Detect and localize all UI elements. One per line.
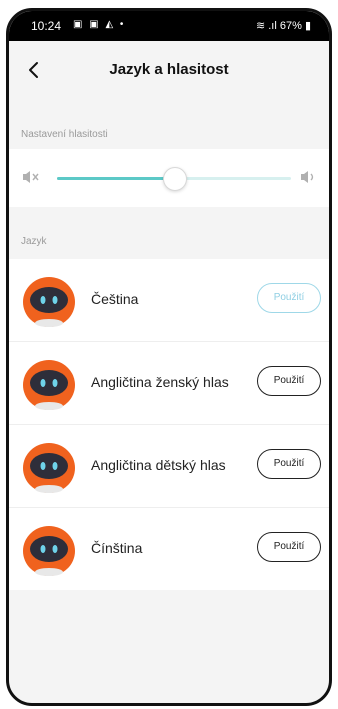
- language-name: Čínština: [91, 540, 143, 556]
- volume-section-label: Nastavení hlasitosti: [21, 129, 108, 140]
- wifi-signal-icon: ≋ .ıl: [255, 20, 280, 32]
- robot-avatar-icon: [23, 526, 75, 576]
- language-item: Angličtina ženský hlas Použití: [9, 342, 329, 425]
- battery-icon: ▮: [301, 20, 311, 32]
- use-button[interactable]: Použití: [257, 449, 321, 479]
- language-name: Angličtina ženský hlas: [91, 374, 229, 390]
- status-bar: 10:24 ▣ ▣ ◭ • ≋ .ıl 67% ▮: [9, 11, 329, 41]
- volume-slider-fill: [57, 177, 174, 180]
- use-button[interactable]: Použití: [257, 532, 321, 562]
- language-section-label: Jazyk: [21, 236, 47, 247]
- use-button[interactable]: Použití: [257, 283, 321, 313]
- language-name: Čeština: [91, 291, 139, 307]
- battery-percent: 67%: [279, 20, 302, 32]
- robot-avatar-icon: [23, 277, 75, 327]
- status-time: 10:24: [31, 19, 62, 33]
- language-name: Angličtina dětský hlas: [91, 457, 226, 473]
- notification-icons: ▣ ▣ ◭ •: [73, 19, 126, 30]
- volume-up-icon: [301, 171, 314, 183]
- robot-avatar-icon: [23, 443, 75, 493]
- volume-mute-icon: [23, 171, 39, 183]
- volume-slider[interactable]: [57, 167, 291, 191]
- use-button[interactable]: Použití: [257, 366, 321, 396]
- status-signal-battery: ≋ .ıl 67% ▮: [256, 19, 311, 32]
- robot-avatar-icon: [23, 360, 75, 410]
- app-header: Jazyk a hlasitost: [9, 41, 329, 107]
- page-title: Jazyk a hlasitost: [109, 61, 229, 78]
- language-item: Čínština Použití: [9, 508, 329, 590]
- phone-frame: 10:24 ▣ ▣ ◭ • ≋ .ıl 67% ▮ Jazyk a hlasit…: [6, 8, 332, 706]
- language-item: Angličtina dětský hlas Použití: [9, 425, 329, 508]
- volume-card: [9, 149, 329, 207]
- language-item: Čeština Použití: [9, 259, 329, 342]
- language-list: Čeština Použití Angličtina ženský hlas P…: [9, 259, 329, 590]
- volume-slider-thumb[interactable]: [163, 167, 187, 191]
